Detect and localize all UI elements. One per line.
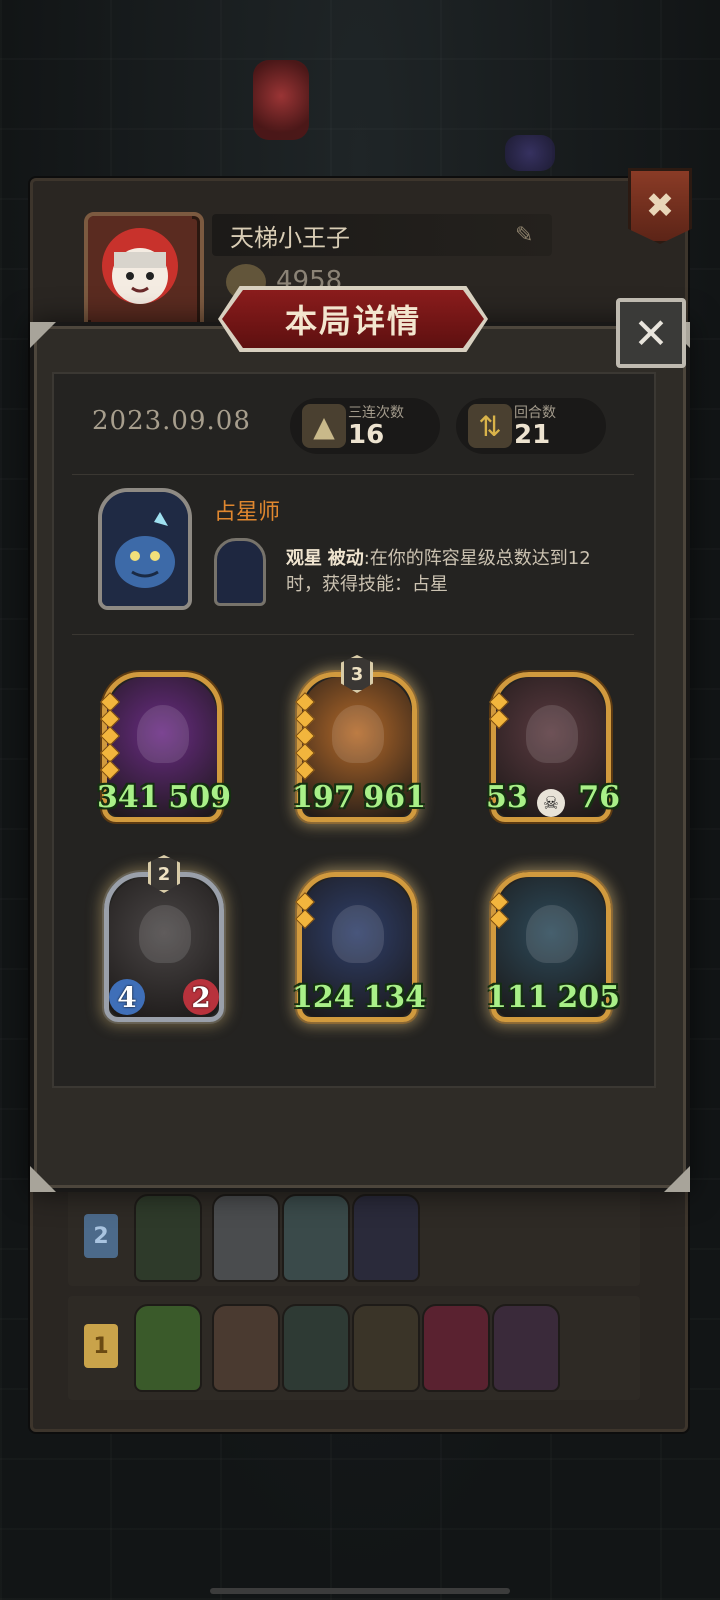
skill-type: 被动 <box>327 548 364 569</box>
hero-portrait[interactable] <box>98 488 192 610</box>
profile-close-button[interactable]: ✖ <box>628 168 692 244</box>
paladin-unit[interactable]: 124 134 <box>292 872 426 1022</box>
unit-portrait <box>352 1304 420 1392</box>
stat-value: 21 <box>514 420 551 450</box>
player-name-field[interactable]: 天梯小王子 <box>212 214 552 256</box>
rank-badge: 2 <box>84 1214 118 1258</box>
skull-icon: ☠ <box>537 789 565 817</box>
modal-close-button[interactable]: ✕ <box>616 298 686 368</box>
player-avatar[interactable] <box>84 212 204 332</box>
unit-health: 961 <box>363 780 426 815</box>
home-indicator <box>210 1588 510 1594</box>
unit-portrait <box>212 1304 280 1392</box>
history-row[interactable]: 2 <box>68 1186 640 1286</box>
star-gem-icon <box>489 709 509 729</box>
star-gem-column <box>295 892 315 929</box>
close-icon: ✖ <box>645 186 675 226</box>
ice-elf-unit[interactable]: 111 205 <box>486 872 620 1022</box>
hero-portrait <box>134 1304 202 1392</box>
red-lantern-decoration <box>253 60 309 140</box>
rounds-cycle-icon: ⇅ <box>468 404 512 448</box>
unit-portrait <box>282 1304 350 1392</box>
player-name: 天梯小王子 <box>230 223 350 252</box>
history-row[interactable]: 1 <box>68 1296 640 1400</box>
stargazing-skill-icon[interactable] <box>214 538 266 606</box>
unit-health: 2 <box>183 979 219 1015</box>
stat-value: 16 <box>348 420 385 450</box>
star-gem-icon <box>295 760 315 780</box>
shield-knight-unit[interactable]: 242 <box>104 855 224 1022</box>
dwarf-warrior-unit[interactable]: 3 197 961 <box>292 655 426 822</box>
divider <box>72 474 634 475</box>
match-date: 2023.09.08 <box>92 406 251 436</box>
star-gem-icon <box>100 760 120 780</box>
skill-description: 观星 被动:在你的阵容星级总数达到12时，获得技能：占星 <box>286 546 606 598</box>
stat-label: 三连次数 <box>348 405 404 421</box>
unit-attack: 124 <box>292 980 355 1015</box>
star-gem-column <box>489 692 509 729</box>
unit-portrait <box>422 1304 490 1392</box>
skill-name: 观星 <box>286 548 322 569</box>
player-avatar-icon <box>88 216 192 320</box>
triple-count-stat: ▲ 三连次数 16 <box>290 398 440 454</box>
rank-badge: 1 <box>84 1324 118 1368</box>
modal-title: 本局详情 <box>284 302 421 340</box>
edit-pencil-icon[interactable]: ✎ <box>515 223 539 248</box>
divider <box>72 634 634 635</box>
demon-girl-unit[interactable]: 53 76 ☠ <box>486 672 620 822</box>
unit-attack: 341 <box>97 780 160 815</box>
star-gem-icon <box>489 909 509 929</box>
unit-attack: 53 <box>486 780 528 815</box>
unit-health: 76 <box>578 780 620 815</box>
unit-attack: 111 <box>486 980 549 1015</box>
modal-corner <box>30 322 56 348</box>
triple-merge-icon: ▲ <box>302 404 346 448</box>
purple-lantern-decoration <box>505 135 555 171</box>
unit-health: 205 <box>557 980 620 1015</box>
unit-attack: 197 <box>292 780 355 815</box>
astrologer-hero-icon <box>102 492 188 606</box>
star-gem-column <box>295 692 315 780</box>
star-gem-icon <box>295 909 315 929</box>
unit-portrait <box>282 1194 350 1282</box>
wooden-totem-unit[interactable]: 341 509 <box>97 672 231 822</box>
star-gem-column <box>100 692 120 780</box>
unit-health: 509 <box>168 780 231 815</box>
modal-corner <box>30 1166 56 1192</box>
round-count-stat: ⇅ 回合数 21 <box>456 398 606 454</box>
unit-health: 134 <box>363 980 426 1015</box>
hero-name: 占星师 <box>214 500 281 525</box>
close-icon: ✕ <box>633 308 669 358</box>
modal-corner <box>664 1166 690 1192</box>
star-gem-column <box>489 892 509 929</box>
hero-portrait <box>134 1194 202 1282</box>
modal-title-banner: 本局详情 <box>222 290 484 348</box>
stat-label: 回合数 <box>514 405 556 421</box>
unit-portrait <box>212 1194 280 1282</box>
unit-portrait <box>352 1194 420 1282</box>
unit-attack: 4 <box>109 979 145 1015</box>
unit-portrait <box>492 1304 560 1392</box>
